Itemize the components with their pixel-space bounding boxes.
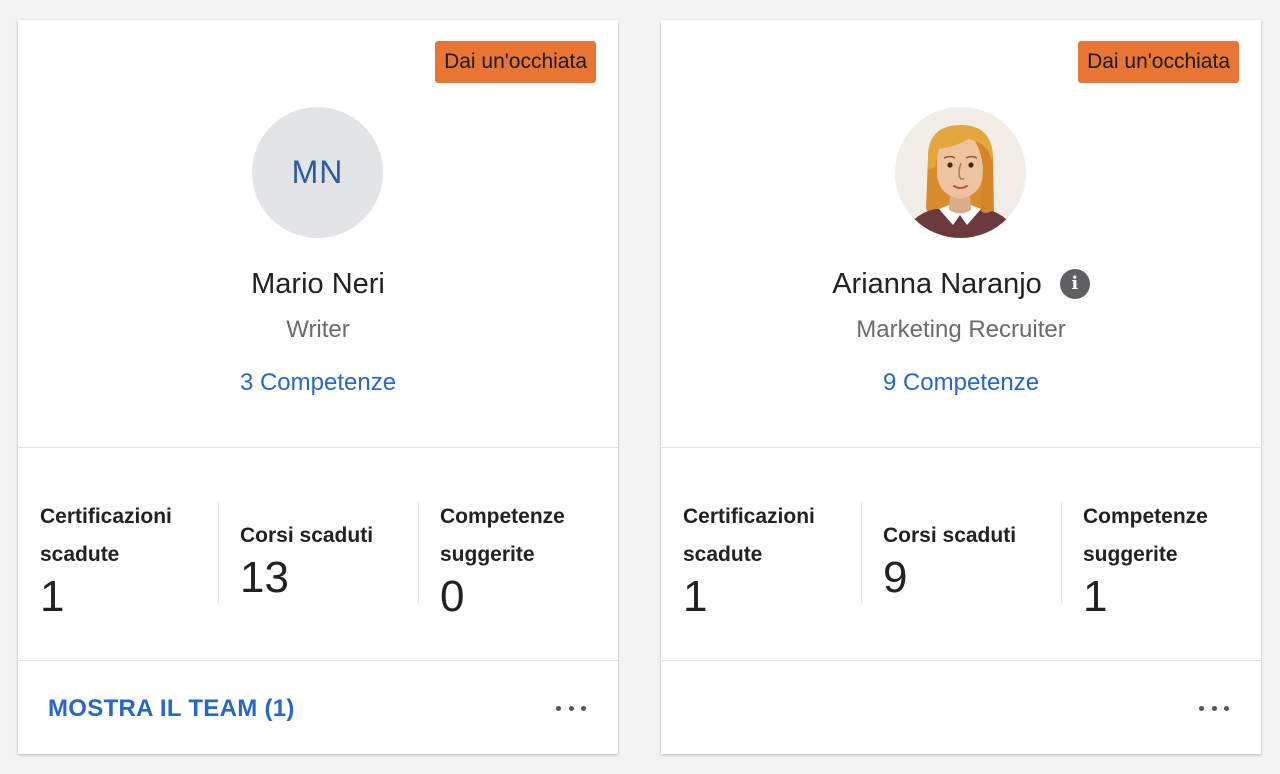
- more-horizontal-icon: [1199, 705, 1229, 711]
- card-footer: [661, 661, 1261, 754]
- stat-suggested-skills[interactable]: Competenze suggerite 0: [418, 448, 618, 660]
- stat-value: 9: [883, 553, 908, 602]
- user-card-mario-neri: Dai un'occhiata MN Mario Neri Writer 3 C…: [18, 20, 618, 754]
- stats-row: Certificazioni scadute 1 Corsi scaduti 1…: [18, 448, 618, 661]
- stat-label: Certificazioni scadute: [40, 505, 172, 566]
- avatar[interactable]: MN: [252, 107, 383, 238]
- user-card-arianna-naranjo: Dai un'occhiata Arianna Naranjo i Market…: [661, 20, 1261, 754]
- info-icon[interactable]: i: [1059, 268, 1090, 299]
- stat-value: 1: [1083, 572, 1108, 621]
- stat-value: 0: [440, 572, 465, 621]
- card-footer: MOSTRA IL TEAM (1): [18, 661, 618, 754]
- team-cards-grid: Dai un'occhiata MN Mario Neri Writer 3 C…: [0, 0, 1280, 774]
- avatar-initials: MN: [291, 154, 344, 190]
- profile-section: MN Mario Neri Writer 3 Competenze: [18, 20, 618, 448]
- stat-label: Competenze suggerite: [440, 505, 565, 566]
- stat-value: 13: [240, 553, 289, 602]
- more-options-button[interactable]: [1199, 697, 1229, 719]
- stat-value: 1: [40, 572, 65, 621]
- name-row: Arianna Naranjo i: [661, 268, 1261, 301]
- profile-section: Arianna Naranjo i Marketing Recruiter 9 …: [661, 20, 1261, 448]
- stat-expired-courses[interactable]: Corsi scaduti 9: [861, 448, 1061, 660]
- user-role: Writer: [286, 316, 350, 343]
- name-row: Mario Neri: [18, 268, 618, 301]
- stat-label: Certificazioni scadute: [683, 505, 815, 566]
- stat-expired-certifications[interactable]: Certificazioni scadute 1: [661, 448, 861, 660]
- stat-expired-certifications[interactable]: Certificazioni scadute 1: [18, 448, 218, 660]
- stat-label: Corsi scaduti: [240, 524, 374, 547]
- more-options-button[interactable]: [556, 697, 586, 719]
- more-horizontal-icon: [556, 705, 586, 711]
- skills-link[interactable]: 9 Competenze: [661, 369, 1261, 397]
- stat-value: 1: [683, 572, 708, 621]
- stats-row: Certificazioni scadute 1 Corsi scaduti 9…: [661, 448, 1261, 661]
- user-name[interactable]: Mario Neri: [251, 268, 385, 301]
- skills-link[interactable]: 3 Competenze: [18, 369, 618, 397]
- user-role: Marketing Recruiter: [856, 316, 1066, 343]
- stat-label: Competenze suggerite: [1083, 505, 1208, 566]
- user-name[interactable]: Arianna Naranjo: [832, 268, 1042, 301]
- stat-expired-courses[interactable]: Corsi scaduti 13: [218, 448, 418, 660]
- user-photo-avatar-icon: [895, 107, 1026, 238]
- stat-suggested-skills[interactable]: Competenze suggerite 1: [1061, 448, 1261, 660]
- show-team-link[interactable]: MOSTRA IL TEAM (1): [48, 695, 295, 723]
- avatar[interactable]: [895, 107, 1026, 238]
- stat-label: Corsi scaduti: [883, 524, 1017, 547]
